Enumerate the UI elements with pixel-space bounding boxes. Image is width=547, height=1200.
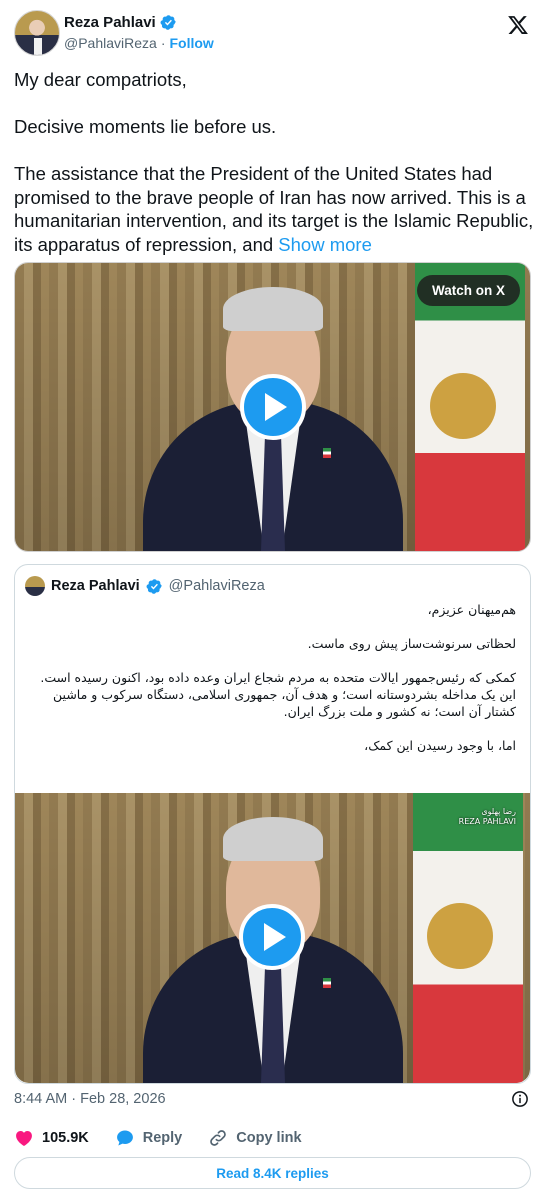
- video-watermark: رضا پهلوی REZA PAHLAVI: [459, 807, 516, 827]
- video-player[interactable]: Watch on X: [14, 262, 531, 552]
- post-date: Feb 28, 2026: [80, 1091, 166, 1107]
- verified-badge-icon: [160, 15, 176, 30]
- quoted-author-name: Reza Pahlavi: [51, 578, 140, 594]
- quoted-paragraph: کمکی که رئیس‌جمهور ایالات متحده به مردم …: [40, 670, 516, 719]
- post-paragraph: The assistance that the President of the…: [14, 162, 534, 256]
- speech-bubble-icon: [116, 1130, 133, 1146]
- watch-on-x-button[interactable]: Watch on X: [417, 275, 520, 306]
- post-paragraph: Decisive moments lie before us.: [14, 116, 277, 137]
- quoted-paragraph: لحظاتی سرنوشت‌ساز پیش روی ماست.: [307, 636, 516, 651]
- follow-button[interactable]: Follow: [169, 35, 213, 51]
- verified-badge-icon: [146, 578, 162, 594]
- read-replies-button[interactable]: Read 8.4K replies: [14, 1157, 531, 1189]
- author-name[interactable]: Reza Pahlavi: [64, 14, 156, 31]
- link-icon: [210, 1130, 227, 1146]
- lion-emblem: [427, 903, 493, 969]
- post-text: My dear compatriots, Decisive moments li…: [14, 68, 534, 256]
- post-time: 8:44 AM: [14, 1091, 68, 1107]
- separator-dot: ·: [160, 35, 166, 51]
- show-more-link[interactable]: Show more: [278, 234, 372, 255]
- play-button[interactable]: [239, 904, 305, 970]
- quoted-paragraph: اما، با وجود رسیدن این کمک،: [364, 738, 516, 753]
- quoted-post-text: هم‌میهنان عزیزم، لحظاتی سرنوشت‌ساز پیش ر…: [26, 601, 516, 771]
- quoted-paragraph: هم‌میهنان عزیزم،: [427, 602, 516, 617]
- avatar[interactable]: [14, 10, 60, 56]
- author-handle[interactable]: @PahlaviReza: [64, 35, 157, 51]
- watermark-fa: رضا پهلوی: [481, 807, 516, 816]
- separator-dot: ·: [71, 1091, 77, 1107]
- x-logo-icon[interactable]: [507, 14, 529, 36]
- post-header: Reza Pahlavi @PahlaviReza · Follow: [14, 10, 533, 58]
- quoted-post-header: Reza Pahlavi @PahlaviReza: [25, 576, 265, 596]
- author-name-row: Reza Pahlavi: [64, 14, 177, 31]
- reply-label: Reply: [142, 1130, 183, 1146]
- reply-button[interactable]: Reply: [115, 1128, 183, 1148]
- copy-link-button[interactable]: Copy link: [208, 1128, 302, 1148]
- heart-icon: [16, 1131, 32, 1146]
- handle-row: @PahlaviReza · Follow: [64, 35, 214, 51]
- watermark-en: REZA PAHLAVI: [458, 817, 516, 826]
- quoted-avatar: [25, 576, 45, 596]
- info-icon[interactable]: [511, 1090, 529, 1108]
- post-paragraph-text: The assistance that the President of the…: [14, 163, 534, 255]
- copy-link-label: Copy link: [236, 1130, 302, 1146]
- action-bar: 105.9K Reply Copy link: [14, 1128, 328, 1148]
- play-button[interactable]: [240, 374, 306, 440]
- post-paragraph: My dear compatriots,: [14, 69, 187, 90]
- like-count: 105.9K: [42, 1130, 89, 1146]
- quoted-video-player[interactable]: رضا پهلوی REZA PAHLAVI: [15, 793, 530, 1083]
- post-timestamp[interactable]: 8:44 AM · Feb 28, 2026: [14, 1091, 166, 1107]
- like-button[interactable]: 105.9K: [14, 1128, 89, 1148]
- quoted-post[interactable]: Reza Pahlavi @PahlaviReza هم‌میهنان عزیز…: [14, 564, 531, 1084]
- lion-emblem: [430, 373, 496, 439]
- quoted-author-handle: @PahlaviReza: [168, 578, 265, 594]
